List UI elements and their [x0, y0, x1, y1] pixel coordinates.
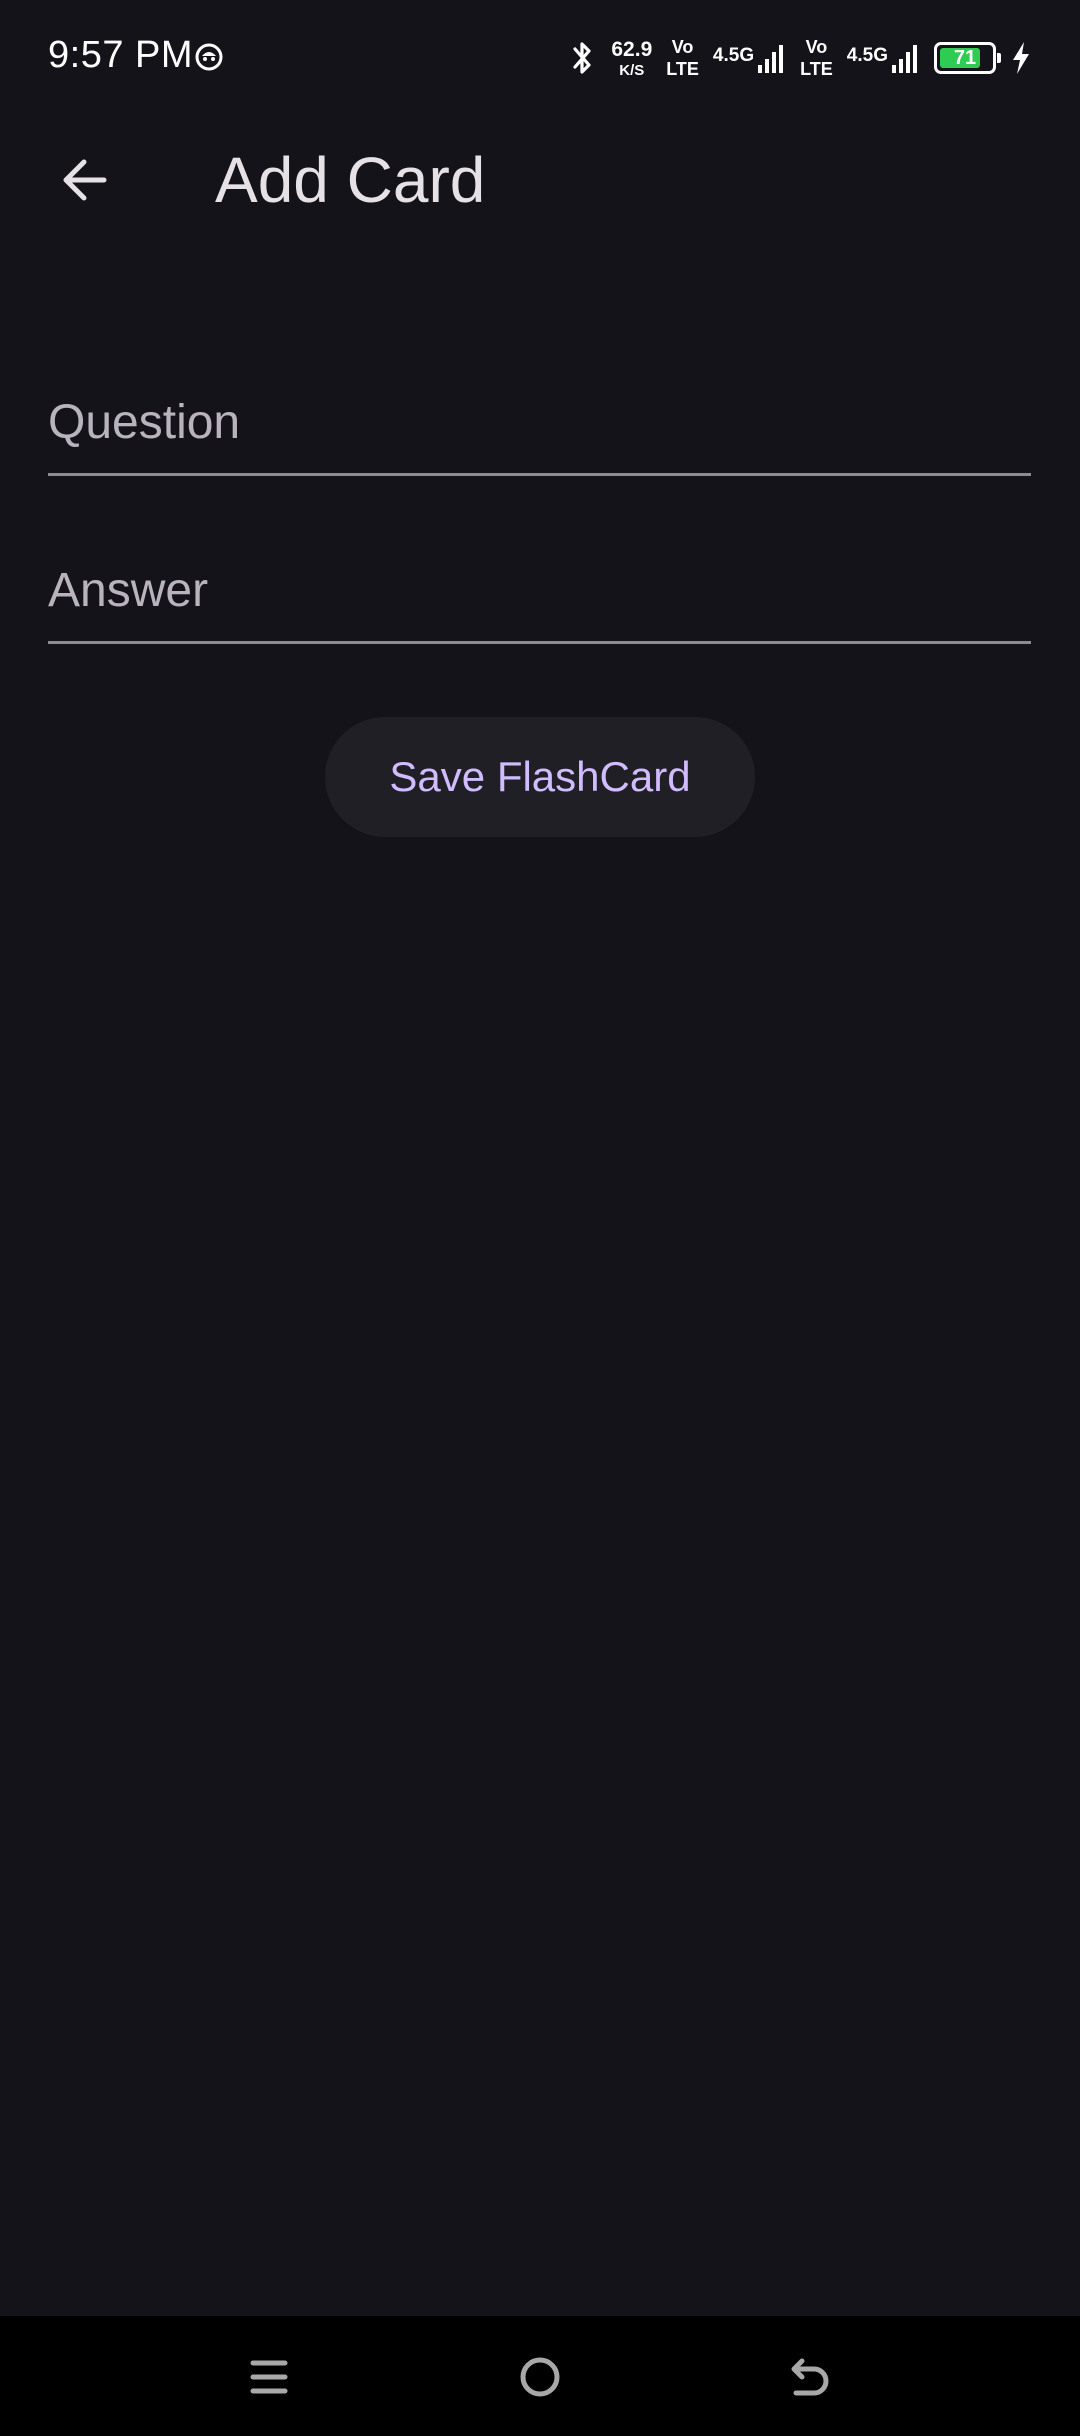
sim1-signal-icon [758, 45, 784, 73]
sim2-network-type: 4.5G [846, 45, 888, 66]
sim1-network: 4.5G [713, 41, 786, 75]
page-title: Add Card [215, 144, 486, 216]
answer-field-container [48, 524, 1031, 644]
answer-input[interactable] [48, 557, 1031, 623]
status-time: 9:57 PM [48, 34, 194, 76]
nav-home-button[interactable] [505, 2342, 575, 2412]
back-icon [791, 2358, 829, 2396]
system-nav-bar [0, 2316, 1080, 2436]
app-bar: Add Card [0, 116, 1080, 244]
save-flashcard-button[interactable]: Save FlashCard [325, 717, 755, 837]
network-speed-value: 62.9 [611, 37, 653, 61]
home-icon [520, 2357, 560, 2397]
sim2-volte-bottom: LTE [800, 59, 833, 79]
nav-back-button[interactable] [775, 2342, 845, 2412]
sim1-volte: Vo LTE [666, 38, 699, 78]
status-indicators: 62.9 K/S Vo LTE 4.5G Vo LTE 4.5G 71 [567, 30, 1032, 86]
battery-level: 71 [953, 46, 977, 69]
question-field-container [48, 356, 1031, 476]
network-speed-unit: K/S [619, 61, 645, 79]
bluetooth-icon [573, 42, 591, 74]
charging-icon [1013, 42, 1029, 74]
sim2-volte: Vo LTE [800, 38, 833, 78]
sim2-signal-icon [892, 45, 917, 73]
nav-recents-button[interactable] [234, 2342, 304, 2412]
battery-icon: 71 [934, 42, 1001, 74]
screen: 9:57 PM 62.9 K/S Vo LTE 4.5G Vo LTE 4.5G… [0, 0, 1080, 2436]
network-speed: 62.9 K/S [611, 39, 652, 78]
back-button[interactable] [36, 140, 132, 220]
sim2-network: 4.5G [847, 41, 920, 75]
sim1-volte-bottom: LTE [666, 59, 699, 79]
question-input[interactable] [48, 389, 1031, 455]
sim1-volte-top: Vo [671, 37, 694, 57]
arrow-back-icon [63, 159, 107, 201]
sim1-network-type: 4.5G [712, 45, 755, 66]
menu-icon [250, 2360, 288, 2394]
app-notification-icon [195, 43, 223, 71]
status-bar: 9:57 PM 62.9 K/S Vo LTE 4.5G Vo LTE 4.5G… [0, 0, 1080, 116]
sim2-volte-top: Vo [805, 37, 828, 57]
